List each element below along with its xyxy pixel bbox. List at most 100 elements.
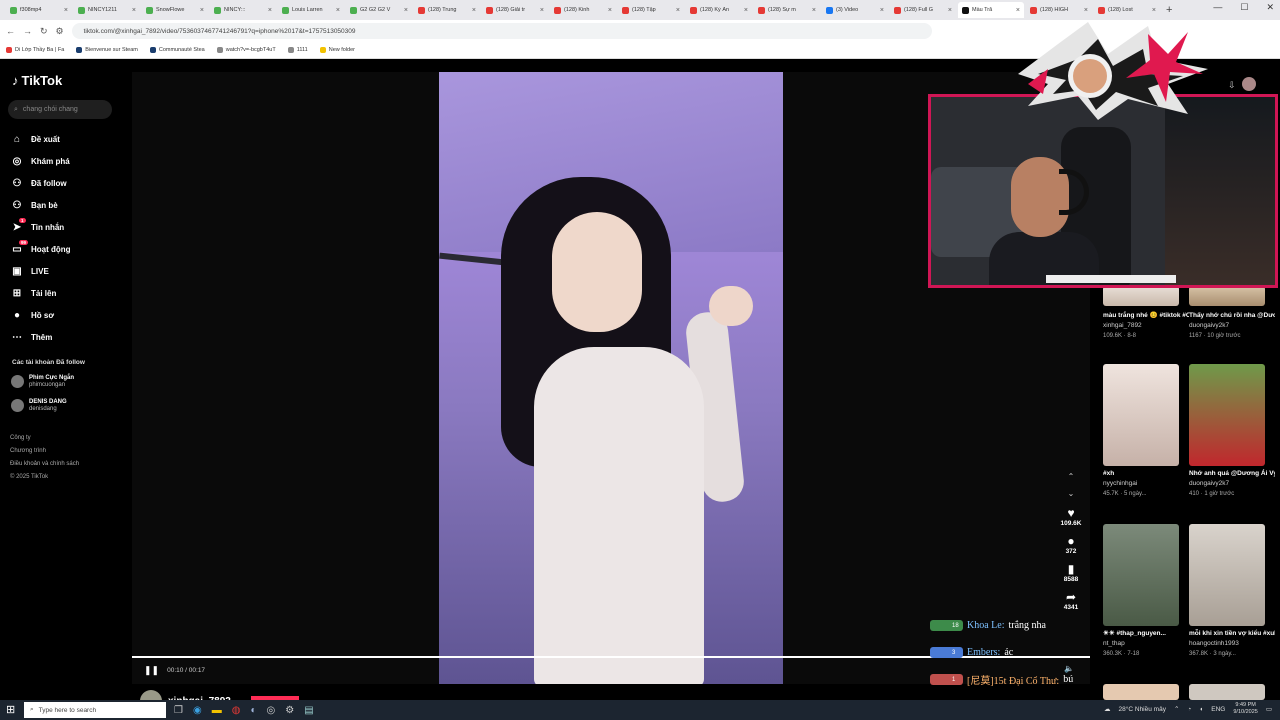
tab-close-icon[interactable]: × (1016, 7, 1020, 14)
reload-icon[interactable]: ↻ (40, 26, 48, 37)
browser-tab[interactable]: (128) Kinh × (550, 2, 616, 18)
nav-item[interactable]: ⊞ Tải lên (11, 282, 71, 304)
nav-item[interactable]: ▣ LIVE (11, 260, 71, 282)
notification-icon[interactable]: ▭ (1266, 705, 1272, 713)
speaker-icon[interactable]: ◖ (1199, 706, 1203, 713)
browser-tab[interactable]: G2 G2 G2 V × (346, 2, 412, 18)
browser-tab[interactable]: NINCY::: × (210, 2, 276, 18)
footer-link[interactable]: Công ty (10, 435, 31, 441)
comment-icon[interactable]: ● (1058, 534, 1084, 548)
browser-tab[interactable]: (3) Video × (822, 2, 888, 18)
tab-close-icon[interactable]: × (268, 7, 272, 14)
browser-tab[interactable]: (128) Trung × (414, 2, 480, 18)
tab-close-icon[interactable]: × (880, 7, 884, 14)
nav-item[interactable]: ⚇ Đã follow (11, 172, 71, 194)
video-thumbnail[interactable] (1103, 286, 1179, 306)
browser-tab[interactable]: Louis Larren × (278, 2, 344, 18)
forward-icon[interactable]: → (23, 26, 32, 36)
back-icon[interactable]: ← (6, 26, 15, 36)
search-input[interactable]: ⌕ chang chói chang (8, 100, 112, 119)
video-player[interactable] (439, 72, 783, 684)
card-stats: 367.8K · 3 ngày... (1189, 651, 1236, 657)
bookmark-item[interactable]: Di Lớp Thầy Ba | Fa (6, 47, 64, 53)
tab-close-icon[interactable]: × (64, 7, 68, 14)
tab-close-icon[interactable]: × (1084, 7, 1088, 14)
tune-icon[interactable]: ⚙ (56, 26, 64, 37)
bookmark-label: 1111 (296, 47, 308, 53)
bookmark-item[interactable]: Bienvenue sur Steam (76, 47, 138, 53)
tab-close-icon[interactable]: × (948, 7, 952, 14)
chrome-icon[interactable]: ◍ (232, 705, 241, 716)
bookmark-item[interactable]: 1111 (287, 47, 308, 53)
tab-close-icon[interactable]: × (540, 7, 544, 14)
nav-item[interactable]: ⌂ Đề xuất (11, 128, 71, 150)
browser-tab[interactable]: (128) Sự m × (754, 2, 820, 18)
prev-video-icon[interactable]: ⌃ (1058, 472, 1084, 481)
nav-item[interactable]: ◎ Khám phá (11, 150, 71, 172)
video-thumbnail[interactable] (1103, 684, 1179, 700)
file-explorer-icon[interactable]: ▬ (212, 705, 222, 716)
video-thumbnail[interactable] (1189, 524, 1265, 626)
tab-close-icon[interactable]: × (132, 7, 136, 14)
network-icon[interactable]: ◔ (1187, 706, 1191, 713)
footer-link[interactable]: Chương trình (10, 448, 46, 454)
footer-link[interactable]: Điều khoản và chính sách (10, 461, 79, 467)
share-icon[interactable]: ➦ (1058, 590, 1084, 604)
nav-item[interactable]: ➤ 1 Tin nhắn (11, 216, 71, 238)
browser-tab[interactable]: (128) Giải tr × (482, 2, 548, 18)
browser-tab[interactable]: (128) Tập × (618, 2, 684, 18)
app-icon[interactable]: ◐ (250, 705, 256, 716)
edge-icon[interactable]: ◉ (193, 705, 202, 716)
chat-text: bú (1063, 674, 1074, 685)
tray-chevron-icon[interactable]: ⌃ (1174, 705, 1179, 713)
clock[interactable]: 9:49 PM 9/10/2025 (1233, 702, 1257, 716)
bookmark-item[interactable]: Communauté Stea (149, 47, 205, 53)
tab-close-icon[interactable]: × (200, 7, 204, 14)
browser-tab[interactable]: (128) Kỷ Ấn × (686, 2, 752, 18)
browser-tab[interactable]: (128) Full G × (890, 2, 956, 18)
tiktok-logo[interactable]: ♪ TikTok (12, 73, 62, 88)
bookmark-icon[interactable]: ▮ (1058, 562, 1084, 576)
nav-item[interactable]: ⚇ Bạn bè (11, 194, 71, 216)
tab-close-icon[interactable]: × (472, 7, 476, 14)
tab-close-icon[interactable]: × (404, 7, 408, 14)
browser-tab[interactable]: f308mp4 × (6, 2, 72, 18)
minimize-icon[interactable]: — (1213, 2, 1222, 13)
followed-account[interactable]: Phim Cực Ngắn phimcuongan (11, 374, 74, 388)
tab-close-icon[interactable]: × (336, 7, 340, 14)
like-icon[interactable]: ♥ (1058, 506, 1084, 520)
weather-text[interactable]: 28°C Nhiều mây (1119, 706, 1166, 713)
video-thumbnail[interactable] (1103, 524, 1179, 626)
pause-icon[interactable]: ❚❚ (144, 665, 159, 676)
language-indicator[interactable]: ENG (1211, 706, 1225, 713)
obs-icon[interactable]: ◎ (266, 705, 275, 716)
nav-item[interactable]: ● Hồ sơ (11, 304, 71, 326)
notepad-icon[interactable]: ▤ (304, 705, 313, 716)
bookmark-item[interactable]: New folder (319, 47, 355, 53)
nav-item[interactable]: ▭ 99 Hoạt động (11, 238, 71, 260)
task-view-icon[interactable]: ❐ (174, 705, 183, 716)
profile-avatar[interactable] (1242, 77, 1256, 91)
steam-icon[interactable]: ⚙ (285, 705, 294, 716)
tab-close-icon[interactable]: × (1152, 7, 1156, 14)
inbox-icon[interactable]: ⇩ (1228, 80, 1236, 91)
close-icon[interactable]: ✕ (1266, 2, 1274, 13)
tab-close-icon[interactable]: × (812, 7, 816, 14)
browser-tab[interactable]: SnowFlowe × (142, 2, 208, 18)
followed-account[interactable]: DENIS DANG denisdang (11, 398, 67, 412)
tab-close-icon[interactable]: × (676, 7, 680, 14)
windows-start-icon[interactable]: ⊞ (6, 703, 15, 716)
video-thumbnail[interactable] (1189, 364, 1265, 466)
video-thumbnail[interactable] (1103, 364, 1179, 466)
maximize-icon[interactable]: ☐ (1240, 2, 1248, 13)
tab-close-icon[interactable]: × (608, 7, 612, 14)
browser-tab[interactable]: NINCY1211 × (74, 2, 140, 18)
next-video-icon[interactable]: ⌄ (1058, 489, 1084, 498)
video-thumbnail[interactable] (1189, 286, 1265, 306)
taskbar-search[interactable]: ⌕ Type here to search (24, 702, 166, 718)
nav-item[interactable]: ⋯ Thêm (11, 326, 71, 348)
bookmark-item[interactable]: watch?v=-bcgbT4uT (216, 47, 276, 53)
url-field[interactable]: tiktok.com/@xinhgai_7892/video/753603746… (71, 23, 932, 39)
video-thumbnail[interactable] (1189, 684, 1265, 700)
tab-close-icon[interactable]: × (744, 7, 748, 14)
